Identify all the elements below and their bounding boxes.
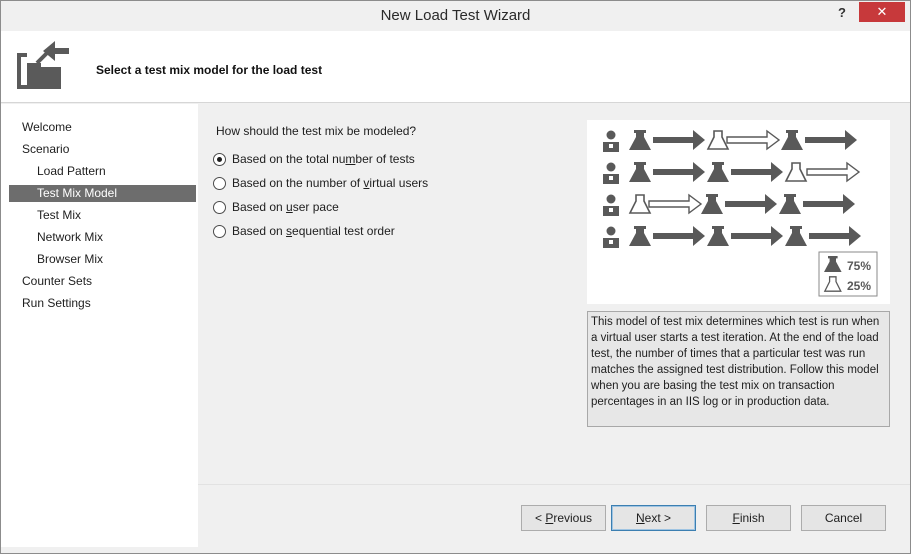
radio-sequential-order[interactable] xyxy=(213,224,226,238)
option-label: Based on sequential test order xyxy=(232,224,395,238)
radio-total-tests[interactable] xyxy=(213,152,226,166)
option-label: Based on user pace xyxy=(232,200,339,214)
option-sequential-order[interactable]: Based on sequential test order xyxy=(213,222,395,240)
option-user-pace[interactable]: Based on user pace xyxy=(213,198,339,216)
option-virtual-users[interactable]: Based on the number of virtual users xyxy=(213,174,428,192)
nav-item-load-pattern[interactable]: Load Pattern xyxy=(9,163,196,180)
mix-model-question: How should the test mix be modeled? xyxy=(216,124,417,138)
wizard-header: Select a test mix model for the load tes… xyxy=(1,31,910,103)
nav-item-test-mix[interactable]: Test Mix xyxy=(9,207,196,224)
legend-light-percent: 25% xyxy=(847,279,871,293)
wizard-icon xyxy=(17,41,69,89)
nav-item-run-settings[interactable]: Run Settings xyxy=(9,295,196,312)
help-button[interactable]: ? xyxy=(829,4,855,24)
close-button[interactable]: ✕ xyxy=(859,2,905,22)
test-mix-illustration: 75% 25% xyxy=(587,120,890,304)
option-label: Based on the total number of tests xyxy=(232,152,415,166)
finish-button[interactable]: Finish xyxy=(706,505,791,531)
button-bar: < Previous Next > Finish Cancel xyxy=(198,484,910,547)
nav-item-welcome[interactable]: Welcome xyxy=(9,119,196,136)
next-button[interactable]: Next > xyxy=(611,505,696,531)
nav-item-browser-mix[interactable]: Browser Mix xyxy=(9,251,196,268)
nav-item-network-mix[interactable]: Network Mix xyxy=(9,229,196,246)
content-panel: How should the test mix be modeled? Base… xyxy=(198,104,910,484)
radio-user-pace[interactable] xyxy=(213,200,226,214)
legend-dark-percent: 75% xyxy=(847,259,871,273)
nav-item-scenario[interactable]: Scenario xyxy=(9,141,196,158)
cancel-button[interactable]: Cancel xyxy=(801,505,886,531)
page-heading: Select a test mix model for the load tes… xyxy=(96,63,323,77)
option-label: Based on the number of virtual users xyxy=(232,176,429,190)
window-title: New Load Test Wizard xyxy=(380,7,531,24)
option-total-tests[interactable]: Based on the total number of tests xyxy=(213,150,415,168)
previous-button[interactable]: < Previous xyxy=(521,505,606,531)
wizard-nav: Welcome Scenario Load Pattern Test Mix M… xyxy=(1,104,198,547)
model-description: This model of test mix determines which … xyxy=(587,311,890,427)
radio-virtual-users[interactable] xyxy=(213,176,226,190)
nav-item-test-mix-model[interactable]: Test Mix Model xyxy=(9,185,196,202)
title-bar: New Load Test Wizard ? ✕ xyxy=(1,1,910,31)
mix-legend: 75% 25% xyxy=(818,251,878,297)
nav-item-counter-sets[interactable]: Counter Sets xyxy=(9,273,196,290)
wizard-window: New Load Test Wizard ? ✕ Select a test m… xyxy=(0,0,911,554)
